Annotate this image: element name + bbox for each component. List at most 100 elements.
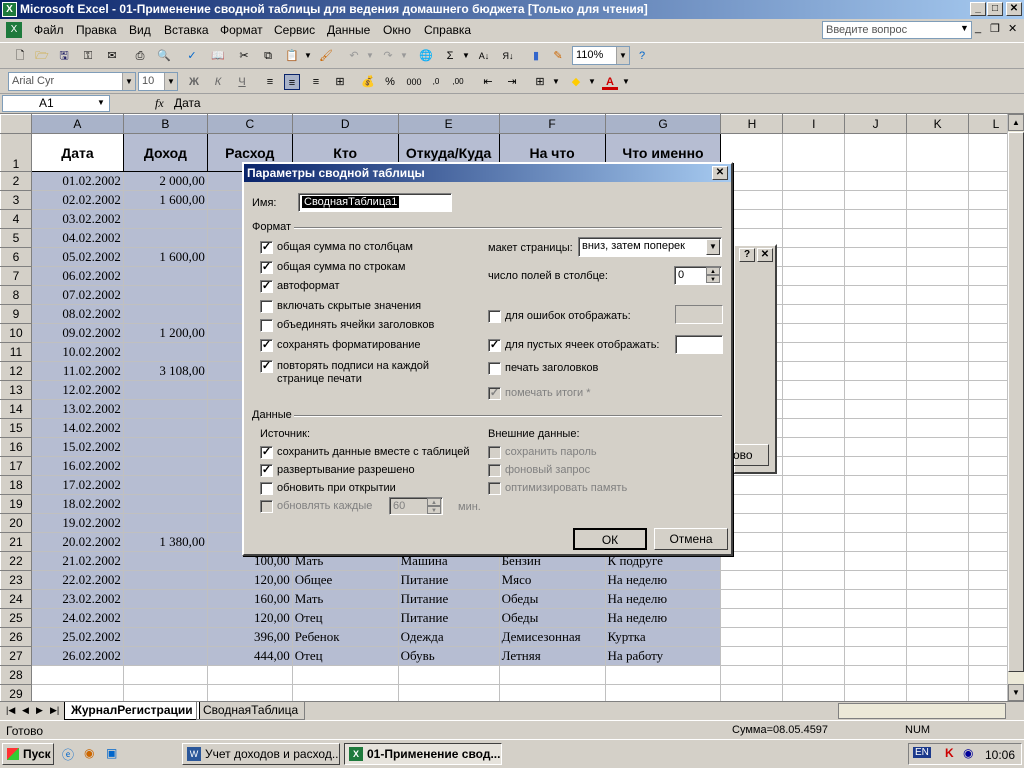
vertical-scroll-thumb[interactable]: [1008, 132, 1024, 672]
data-cell[interactable]: Обеды: [498, 589, 606, 609]
data-cell[interactable]: 17.02.2002: [30, 475, 124, 495]
menu-help[interactable]: Справка: [424, 23, 471, 37]
data-cell[interactable]: [122, 437, 208, 457]
checkbox[interactable]: ✓: [260, 241, 273, 254]
page-layout-dropdown-icon[interactable]: ▼: [706, 239, 720, 255]
data-cell[interactable]: 25.02.2002: [30, 627, 124, 647]
empty-cell[interactable]: [782, 475, 846, 495]
empty-cell[interactable]: [906, 209, 970, 229]
row-header[interactable]: 22: [0, 551, 32, 571]
open-icon[interactable]: 🗁: [34, 48, 50, 64]
menu-data[interactable]: Данные: [327, 23, 370, 37]
permission-icon[interactable]: ⚿: [80, 48, 96, 64]
row-header[interactable]: 3: [0, 190, 32, 210]
row-header[interactable]: 12: [0, 361, 32, 381]
empty-cell[interactable]: [906, 399, 970, 419]
select-all-corner[interactable]: [0, 114, 32, 134]
empty-cell[interactable]: [782, 323, 846, 343]
data-cell[interactable]: [122, 342, 208, 362]
empty-cell[interactable]: [720, 608, 784, 628]
name-box[interactable]: A1: [2, 95, 110, 112]
empty-cell[interactable]: [906, 418, 970, 438]
data-cell[interactable]: 16.02.2002: [30, 456, 124, 476]
minimize-button[interactable]: _: [970, 2, 986, 16]
column-header-f[interactable]: F: [498, 114, 606, 134]
increase-indent-icon[interactable]: ⇥: [504, 74, 520, 90]
tab-pivot[interactable]: СводнаяТаблица: [196, 702, 306, 720]
undo-icon[interactable]: ↶: [346, 48, 362, 64]
data-cell[interactable]: 3 108,00: [122, 361, 208, 381]
row-header[interactable]: 23: [0, 570, 32, 590]
sort-ascending-icon[interactable]: A↓: [476, 48, 492, 64]
data-cell[interactable]: 11.02.2002: [30, 361, 124, 381]
menu-format[interactable]: Формат: [220, 23, 263, 37]
empty-cell[interactable]: [906, 684, 970, 701]
checkbox[interactable]: [260, 482, 273, 495]
empty-cell[interactable]: [906, 361, 970, 381]
zoom-dropdown-icon[interactable]: ▼: [616, 47, 629, 64]
undo-dropdown-icon[interactable]: ▼: [362, 48, 378, 64]
tray-app-icon[interactable]: ◉: [963, 746, 973, 760]
refresh-down-icon[interactable]: ▼: [427, 506, 441, 514]
empty-cell[interactable]: [782, 190, 846, 210]
start-button[interactable]: Пуск: [2, 743, 54, 765]
data-cell[interactable]: Одежда: [397, 627, 500, 647]
empty-cell[interactable]: [906, 190, 970, 210]
checkbox[interactable]: ✓: [260, 261, 273, 274]
doc-close-icon[interactable]: ✕: [1008, 22, 1017, 35]
row-header[interactable]: 14: [0, 399, 32, 419]
checkbox[interactable]: [488, 310, 501, 323]
empty-cell[interactable]: [906, 589, 970, 609]
doc-minimize-icon[interactable]: _: [975, 22, 981, 34]
empty-cell[interactable]: [720, 627, 784, 647]
autosum-dropdown-icon[interactable]: ▼: [458, 48, 474, 64]
row-header[interactable]: 5: [0, 228, 32, 248]
empty-cell[interactable]: [906, 228, 970, 248]
task-word-doc[interactable]: W Учет доходов и расход...: [182, 743, 340, 765]
empty-cell[interactable]: [906, 475, 970, 495]
ie-quicklaunch-icon[interactable]: ⓔ: [62, 746, 74, 763]
empty-cell[interactable]: [844, 684, 908, 701]
language-indicator[interactable]: EN: [913, 747, 931, 758]
empty-cell[interactable]: [844, 646, 908, 666]
fill-color-icon[interactable]: ◆: [568, 74, 584, 90]
data-cell[interactable]: 24.02.2002: [30, 608, 124, 628]
data-cell[interactable]: Обеды: [498, 608, 606, 628]
empty-cell[interactable]: [906, 266, 970, 286]
desktop-quicklaunch-icon[interactable]: ▣: [106, 746, 117, 760]
data-cell[interactable]: 07.02.2002: [30, 285, 124, 305]
empty-cell[interactable]: [906, 437, 970, 457]
empty-cell[interactable]: [782, 209, 846, 229]
empty-cell[interactable]: [844, 456, 908, 476]
help-question-input[interactable]: Введите вопрос: [822, 21, 972, 39]
borders-icon[interactable]: ⊞: [532, 74, 548, 90]
refresh-interval-spinner[interactable]: 60 ▲ ▼: [389, 497, 443, 515]
print-icon[interactable]: ⎙: [132, 48, 148, 64]
font-dropdown-icon[interactable]: ▼: [122, 73, 135, 90]
column-header-j[interactable]: J: [844, 114, 908, 134]
font-size-combo[interactable]: 10 ▼: [138, 72, 178, 91]
scroll-up-icon[interactable]: ▲: [1008, 114, 1024, 131]
empty-cell[interactable]: [782, 361, 846, 381]
empty-cell[interactable]: [782, 285, 846, 305]
empty-cell[interactable]: [844, 513, 908, 533]
new-icon[interactable]: 🗋: [12, 48, 28, 64]
column-header-c[interactable]: C: [206, 114, 293, 134]
empty-cell[interactable]: [844, 494, 908, 514]
autosum-icon[interactable]: Σ: [442, 48, 458, 64]
empty-cell[interactable]: [782, 532, 846, 552]
data-cell[interactable]: Питание: [397, 589, 500, 609]
data-cell[interactable]: 1 200,00: [122, 323, 208, 343]
empty-cell[interactable]: [906, 627, 970, 647]
empty-cell[interactable]: [906, 380, 970, 400]
data-cell[interactable]: [122, 304, 208, 324]
menu-window[interactable]: Окно: [383, 23, 411, 37]
copy-icon[interactable]: ⧉: [260, 48, 276, 64]
data-cell[interactable]: Питание: [397, 570, 500, 590]
empty-cell[interactable]: [844, 418, 908, 438]
data-cell[interactable]: Демисезонная: [498, 627, 606, 647]
empty-cell[interactable]: [782, 171, 846, 191]
data-cell[interactable]: [122, 285, 208, 305]
page-layout-select[interactable]: вниз, затем поперек ▼: [578, 237, 722, 257]
empty-cell[interactable]: [844, 209, 908, 229]
